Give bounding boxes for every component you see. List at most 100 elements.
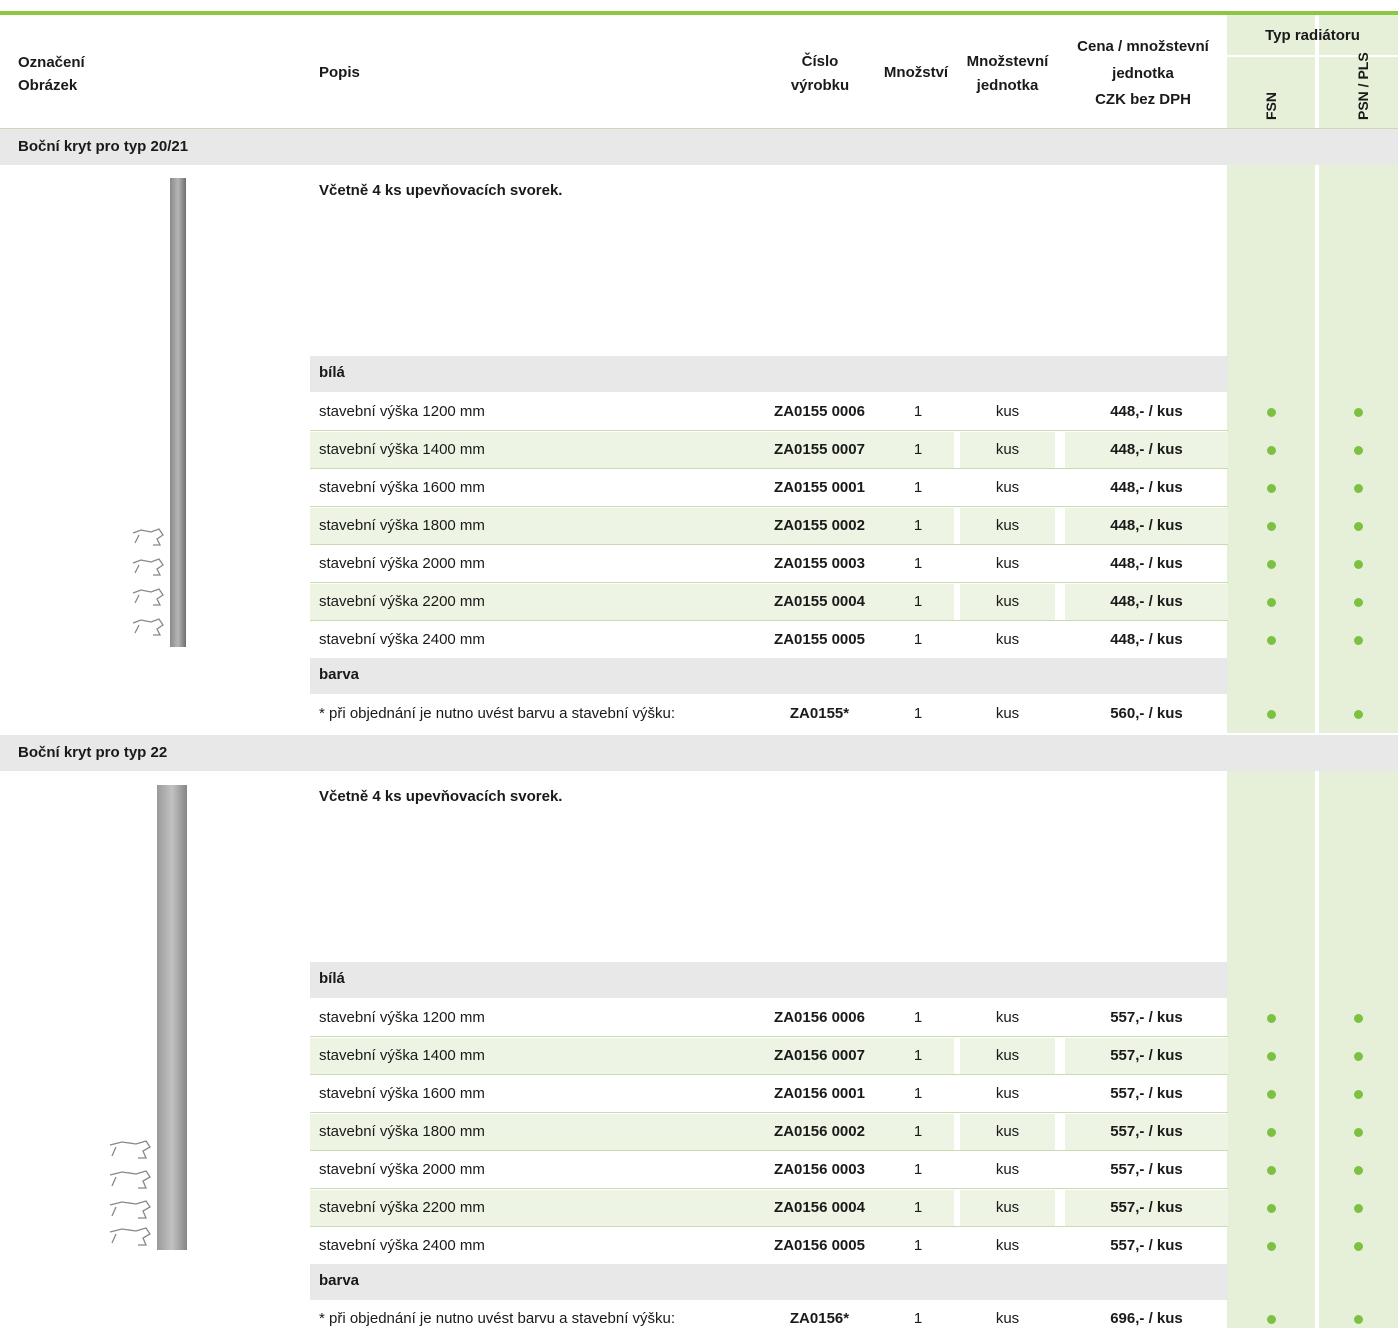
row-price: 696,- / kus xyxy=(1110,1310,1183,1327)
table-row: stavební výška 2200 mm ZA0156 0004 1 kus 557… xyxy=(310,1190,1398,1227)
row-divider xyxy=(310,620,1228,621)
row-unit: kus xyxy=(995,403,1020,420)
row-unit: kus xyxy=(960,1038,1055,1074)
fsn-availability-dot xyxy=(1227,432,1315,468)
fsn-availability-dot xyxy=(1227,584,1315,620)
row-divider xyxy=(310,468,1228,469)
fsn-availability-dot xyxy=(1227,696,1315,732)
row-price: 557,- / kus xyxy=(1065,1114,1228,1150)
psn-availability-dot xyxy=(1319,1228,1398,1264)
fsn-availability-dot xyxy=(1227,508,1315,544)
side-cover-image xyxy=(109,785,187,1250)
row-product-code: ZA0156 0002 xyxy=(755,1114,884,1150)
group-header-white: bílá xyxy=(310,962,1228,998)
psn-availability-dot xyxy=(1319,1190,1398,1226)
row-product-code: ZA0156 0005 xyxy=(774,1237,865,1254)
row-divider xyxy=(310,1226,1228,1227)
fsn-availability-dot xyxy=(1227,470,1315,506)
row-product-code: ZA0156 0003 xyxy=(774,1161,865,1178)
row-divider xyxy=(310,1188,1228,1189)
section-title: Boční kryt pro typ 22 xyxy=(18,744,168,761)
row-product-code: ZA0156* xyxy=(789,1310,850,1327)
row-price: 557,- / kus xyxy=(1110,1085,1183,1102)
fsn-availability-dot xyxy=(1227,1301,1315,1337)
header-mnozstvi: Množství xyxy=(883,64,949,81)
group-label: bílá xyxy=(319,970,345,987)
row-divider xyxy=(310,430,1228,431)
section-title-bar: Boční kryt pro typ 20/21 xyxy=(0,129,1398,165)
fsn-availability-dot xyxy=(1227,1076,1315,1112)
header-popis: Popis xyxy=(319,64,360,81)
header-typ-radiatoru: Typ radiátoru xyxy=(1265,27,1360,44)
row-price: 557,- / kus xyxy=(1110,1237,1183,1254)
row-product-code: ZA0156 0007 xyxy=(755,1038,884,1074)
fsn-availability-dot xyxy=(1227,1038,1315,1074)
section-intro: Včetně 4 ks upevňovacích svorek. xyxy=(319,788,563,805)
row-divider xyxy=(310,506,1228,507)
row-quantity: 1 xyxy=(913,403,923,420)
row-quantity: 1 xyxy=(913,555,923,572)
row-quantity: 1 xyxy=(882,1038,954,1074)
table-row: stavební výška 2400 mm ZA0156 0005 1 kus 557… xyxy=(310,1228,1398,1265)
section-title: Boční kryt pro typ 20/21 xyxy=(18,138,189,155)
psn-availability-dot xyxy=(1319,622,1398,658)
row-price: 557,- / kus xyxy=(1065,1190,1228,1226)
fsn-availability-dot xyxy=(1227,546,1315,582)
row-quantity: 1 xyxy=(882,432,954,468)
table-row: * při objednání je nutno uvést barvu a s… xyxy=(310,1301,1398,1337)
table-row: stavební výška 2000 mm ZA0156 0003 1 kus 557… xyxy=(310,1152,1398,1189)
table-row: stavební výška 1400 mm ZA0156 0007 1 kus 557… xyxy=(310,1038,1398,1075)
group-label: bílá xyxy=(319,364,345,381)
row-unit: kus xyxy=(995,631,1020,648)
row-price: 557,- / kus xyxy=(1065,1038,1228,1074)
header-divider xyxy=(1227,55,1398,57)
row-price: 448,- / kus xyxy=(1110,403,1183,420)
row-quantity: 1 xyxy=(913,705,923,722)
row-unit: kus xyxy=(995,479,1020,496)
section-title-bar: Boční kryt pro typ 22 xyxy=(0,735,1398,771)
psn-availability-dot xyxy=(1319,546,1398,582)
header-mj-1: Množstevní xyxy=(966,53,1049,70)
header-mj-2: jednotka xyxy=(976,77,1039,94)
table-row: stavební výška 1200 mm ZA0156 0006 1 kus 557… xyxy=(310,1000,1398,1037)
section-intro: Včetně 4 ks upevňovacích svorek. xyxy=(319,182,563,199)
table-row: stavební výška 1600 mm ZA0156 0001 1 kus 557… xyxy=(310,1076,1398,1113)
row-price: 448,- / kus xyxy=(1065,508,1228,544)
top-accent-bar xyxy=(0,11,1398,15)
row-unit: kus xyxy=(995,1009,1020,1026)
row-price: 448,- / kus xyxy=(1065,584,1228,620)
row-price: 448,- / kus xyxy=(1110,555,1183,572)
group-header-color: barva xyxy=(310,658,1228,694)
header-cena-2: jednotka xyxy=(1112,65,1174,82)
row-product-code: ZA0155 0003 xyxy=(774,555,865,572)
group-label: barva xyxy=(319,666,360,683)
row-product-code: ZA0155* xyxy=(789,705,850,722)
row-price: 448,- / kus xyxy=(1065,432,1228,468)
header-oznaceni: Označení xyxy=(18,54,85,71)
row-quantity: 1 xyxy=(913,1310,923,1327)
row-product-code: ZA0155 0002 xyxy=(755,508,884,544)
row-unit: kus xyxy=(995,1085,1020,1102)
fsn-availability-dot xyxy=(1227,1228,1315,1264)
table-row: stavební výška 1800 mm ZA0155 0002 1 kus 448… xyxy=(310,508,1398,545)
row-unit: kus xyxy=(960,1190,1055,1226)
row-unit: kus xyxy=(995,705,1020,722)
table-row: stavební výška 1800 mm ZA0156 0002 1 kus 557… xyxy=(310,1114,1398,1151)
row-unit: kus xyxy=(960,1114,1055,1150)
row-unit: kus xyxy=(960,508,1055,544)
fsn-availability-dot xyxy=(1227,622,1315,658)
row-unit: kus xyxy=(960,584,1055,620)
row-price: 560,- / kus xyxy=(1110,705,1183,722)
row-price: 448,- / kus xyxy=(1110,479,1183,496)
psn-availability-dot xyxy=(1319,1038,1398,1074)
row-price: 557,- / kus xyxy=(1110,1161,1183,1178)
row-quantity: 1 xyxy=(913,1009,923,1026)
psn-availability-dot xyxy=(1319,584,1398,620)
header-obrazek: Obrázek xyxy=(18,77,78,94)
group-label: barva xyxy=(319,1272,360,1289)
fsn-availability-dot xyxy=(1227,1152,1315,1188)
header-fsn: FSN xyxy=(1263,92,1279,120)
row-unit: kus xyxy=(960,432,1055,468)
table-row: stavební výška 2200 mm ZA0155 0004 1 kus 448… xyxy=(310,584,1398,621)
row-divider xyxy=(310,1036,1228,1037)
